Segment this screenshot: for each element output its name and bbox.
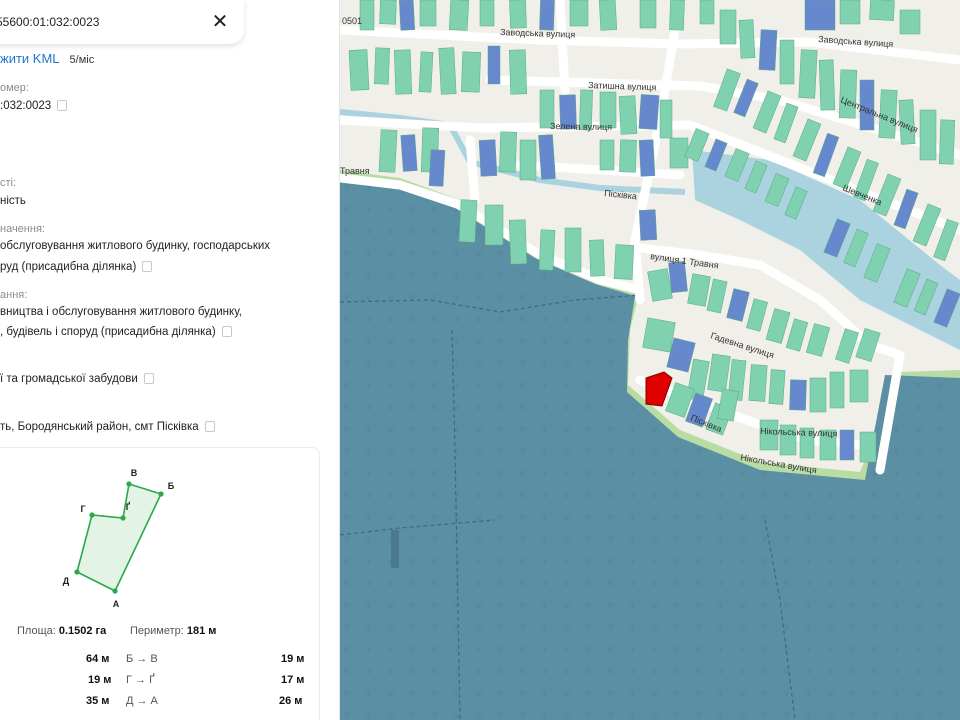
vertex-label: Д	[63, 576, 70, 586]
building	[378, 129, 398, 173]
building	[613, 244, 635, 280]
building	[838, 69, 858, 119]
segment-length: 19 м	[281, 653, 305, 665]
building	[379, 0, 397, 25]
building	[659, 99, 673, 139]
building	[839, 0, 861, 25]
building	[829, 371, 845, 409]
vertex-label: А	[113, 599, 120, 609]
building	[499, 131, 517, 173]
building	[869, 0, 895, 21]
vertex-label: Ґ	[126, 501, 131, 512]
building	[519, 139, 537, 181]
building	[789, 379, 807, 411]
building	[859, 431, 877, 463]
building	[669, 0, 685, 31]
building	[418, 51, 434, 93]
corner-code-label: 0501	[342, 16, 362, 26]
building	[564, 227, 582, 273]
building	[919, 109, 937, 161]
building	[639, 0, 657, 29]
building	[668, 260, 688, 294]
plot-vertex-dot	[74, 569, 80, 575]
building	[758, 29, 778, 71]
building	[638, 209, 658, 241]
building	[638, 139, 656, 177]
plot-vertex-dot	[89, 512, 95, 518]
building	[798, 49, 818, 99]
building	[839, 429, 855, 461]
building	[638, 94, 660, 130]
street-label: Зелена вулиця	[550, 121, 612, 132]
segment-length: 35 м	[86, 695, 110, 707]
building	[484, 204, 504, 246]
building	[809, 377, 827, 413]
building	[589, 239, 605, 277]
plot-polygon	[76, 482, 163, 593]
building	[599, 139, 615, 171]
segment-name: Б → В	[126, 653, 158, 665]
segment-name: Д → А	[126, 695, 158, 707]
building	[738, 19, 756, 59]
vertex-label: Г	[80, 504, 85, 514]
building	[359, 0, 375, 31]
building	[598, 0, 618, 31]
building	[374, 47, 390, 85]
building	[618, 95, 638, 135]
building	[938, 119, 956, 165]
building	[719, 9, 737, 45]
perimeter-stat: Периметр: 181 м	[130, 625, 217, 637]
building	[348, 49, 370, 91]
small-island	[391, 530, 399, 568]
street-label: Травня	[340, 166, 370, 176]
building	[669, 137, 689, 169]
building	[539, 0, 555, 31]
building	[508, 49, 528, 95]
building	[509, 0, 527, 29]
segment-length: 64 м	[86, 653, 110, 665]
building	[508, 219, 528, 265]
vertex-label: Б	[168, 481, 175, 491]
building	[458, 199, 478, 243]
building	[619, 139, 637, 173]
area-stat: Площа: 0.1502 га	[17, 625, 107, 637]
building	[448, 0, 470, 31]
building	[438, 47, 457, 95]
segment-name: Г → Ґ	[126, 674, 155, 686]
building	[699, 0, 715, 25]
map-canvas[interactable]: ψ	[340, 0, 960, 720]
segment-length: 26 м	[279, 695, 303, 707]
building	[479, 0, 495, 27]
building	[487, 45, 501, 85]
segment-length: 17 м	[281, 674, 305, 686]
building	[538, 134, 556, 180]
building	[569, 0, 589, 27]
plot-vertex-dot	[120, 515, 126, 521]
building	[899, 9, 921, 35]
building	[779, 39, 795, 85]
building	[428, 149, 446, 187]
building	[398, 0, 416, 31]
plot-vertex-dot	[126, 481, 132, 487]
building	[748, 364, 768, 402]
building	[400, 134, 418, 172]
building	[478, 139, 498, 177]
map-view[interactable]: ψ	[340, 0, 960, 720]
info-panel: 55600:01:032:0023 ✕ жити KML 5/міс омер: …	[0, 0, 340, 720]
building	[393, 49, 413, 95]
plot-vertex-dot	[158, 491, 164, 497]
building	[804, 0, 836, 31]
plot-vertex-dot	[112, 588, 118, 594]
building	[419, 0, 437, 27]
building	[768, 369, 786, 405]
building	[642, 317, 676, 353]
plot-shape-svg: В Б Г Ґ Д А	[63, 468, 175, 609]
segment-length: 19 м	[88, 674, 112, 686]
building	[538, 229, 556, 271]
building	[818, 59, 836, 111]
vertex-label: В	[131, 468, 138, 478]
building	[461, 51, 481, 93]
building	[849, 369, 869, 403]
